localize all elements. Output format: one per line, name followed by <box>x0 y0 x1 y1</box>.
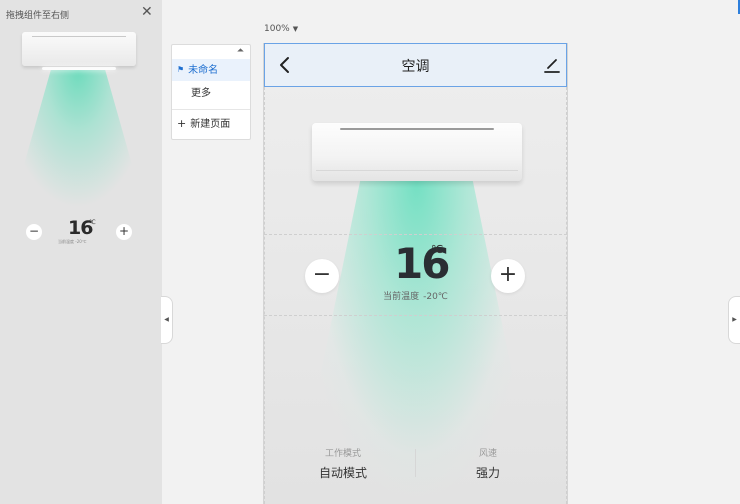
preview-temperature-unit: ℃ <box>89 219 96 226</box>
page-item-label: 未命名 <box>188 65 219 76</box>
pages-menu: ⏶ ⚑ 未命名 更多 + 新建页面 <box>171 44 251 140</box>
preview-minus-button[interactable]: − <box>26 224 42 240</box>
caret-down-icon: ▼ <box>292 25 299 33</box>
preview-airflow <box>10 70 146 214</box>
collapse-arrow-icon[interactable]: ⏶ <box>237 46 244 56</box>
zoom-value: 100% <box>264 24 290 34</box>
work-mode-label: 工作模式 <box>324 449 361 459</box>
ac-seam <box>316 170 518 171</box>
temperature-unit: ℃ <box>431 243 444 256</box>
preview-ac-unit <box>22 32 136 70</box>
ac-component-preview[interactable] <box>10 30 146 214</box>
preview-plus-button[interactable]: + <box>116 224 132 240</box>
close-icon[interactable]: ✕ <box>141 4 153 20</box>
left-panel-toggle[interactable]: ◀ <box>161 296 173 344</box>
ac-grill <box>340 128 494 130</box>
ac-unit-graphic <box>312 123 522 181</box>
current-temperature-label: 当前温度 <box>383 292 420 302</box>
phone-canvas: 空调 − 16 ℃ + 当前温度 -20℃ 工作模式 自动模式 风速 强力 <box>263 43 568 504</box>
page-header[interactable]: 空调 <box>264 43 567 87</box>
current-temperature-value: -20℃ <box>423 292 448 302</box>
page-item-more[interactable]: 更多 <box>172 83 250 105</box>
preview-current-value: -20℃ <box>75 239 87 244</box>
current-temperature: 当前温度 -20℃ <box>264 289 567 302</box>
decrease-temperature-button[interactable]: − <box>305 259 339 293</box>
add-page-label: 新建页面 <box>190 119 231 130</box>
zoom-dropdown[interactable]: 100% ▼ <box>264 24 298 34</box>
pages-divider <box>172 109 250 110</box>
wind-speed-label: 风速 <box>478 449 497 459</box>
home-icon: ⚑ <box>177 65 185 74</box>
plus-icon: + <box>177 117 187 130</box>
component-panel: 拖拽组件至右侧 ✕ − 16 ℃ 当前温度 -20℃ + <box>0 0 162 504</box>
mode-divider <box>415 449 416 477</box>
increase-temperature-button[interactable]: + <box>491 259 525 293</box>
component-panel-title: 拖拽组件至右侧 <box>6 11 70 21</box>
page-title: 空调 <box>401 59 430 75</box>
work-mode-value[interactable]: 自动模式 <box>303 464 383 481</box>
preview-current-temperature: 当前温度 -20℃ <box>58 239 86 245</box>
edit-icon[interactable] <box>543 56 561 74</box>
right-panel-toggle[interactable]: ▶ <box>728 296 740 344</box>
canvas-guide-lower <box>264 315 567 316</box>
preview-temperature-control: − 16 ℃ 当前温度 -20℃ + <box>26 216 134 246</box>
wind-speed-value[interactable]: 强力 <box>448 464 528 481</box>
canvas-guide-upper <box>264 234 567 235</box>
page-item-unnamed[interactable]: ⚑ 未命名 <box>172 59 250 81</box>
add-page-button[interactable]: + 新建页面 <box>172 113 250 135</box>
preview-current-label: 当前温度 <box>58 239 74 244</box>
